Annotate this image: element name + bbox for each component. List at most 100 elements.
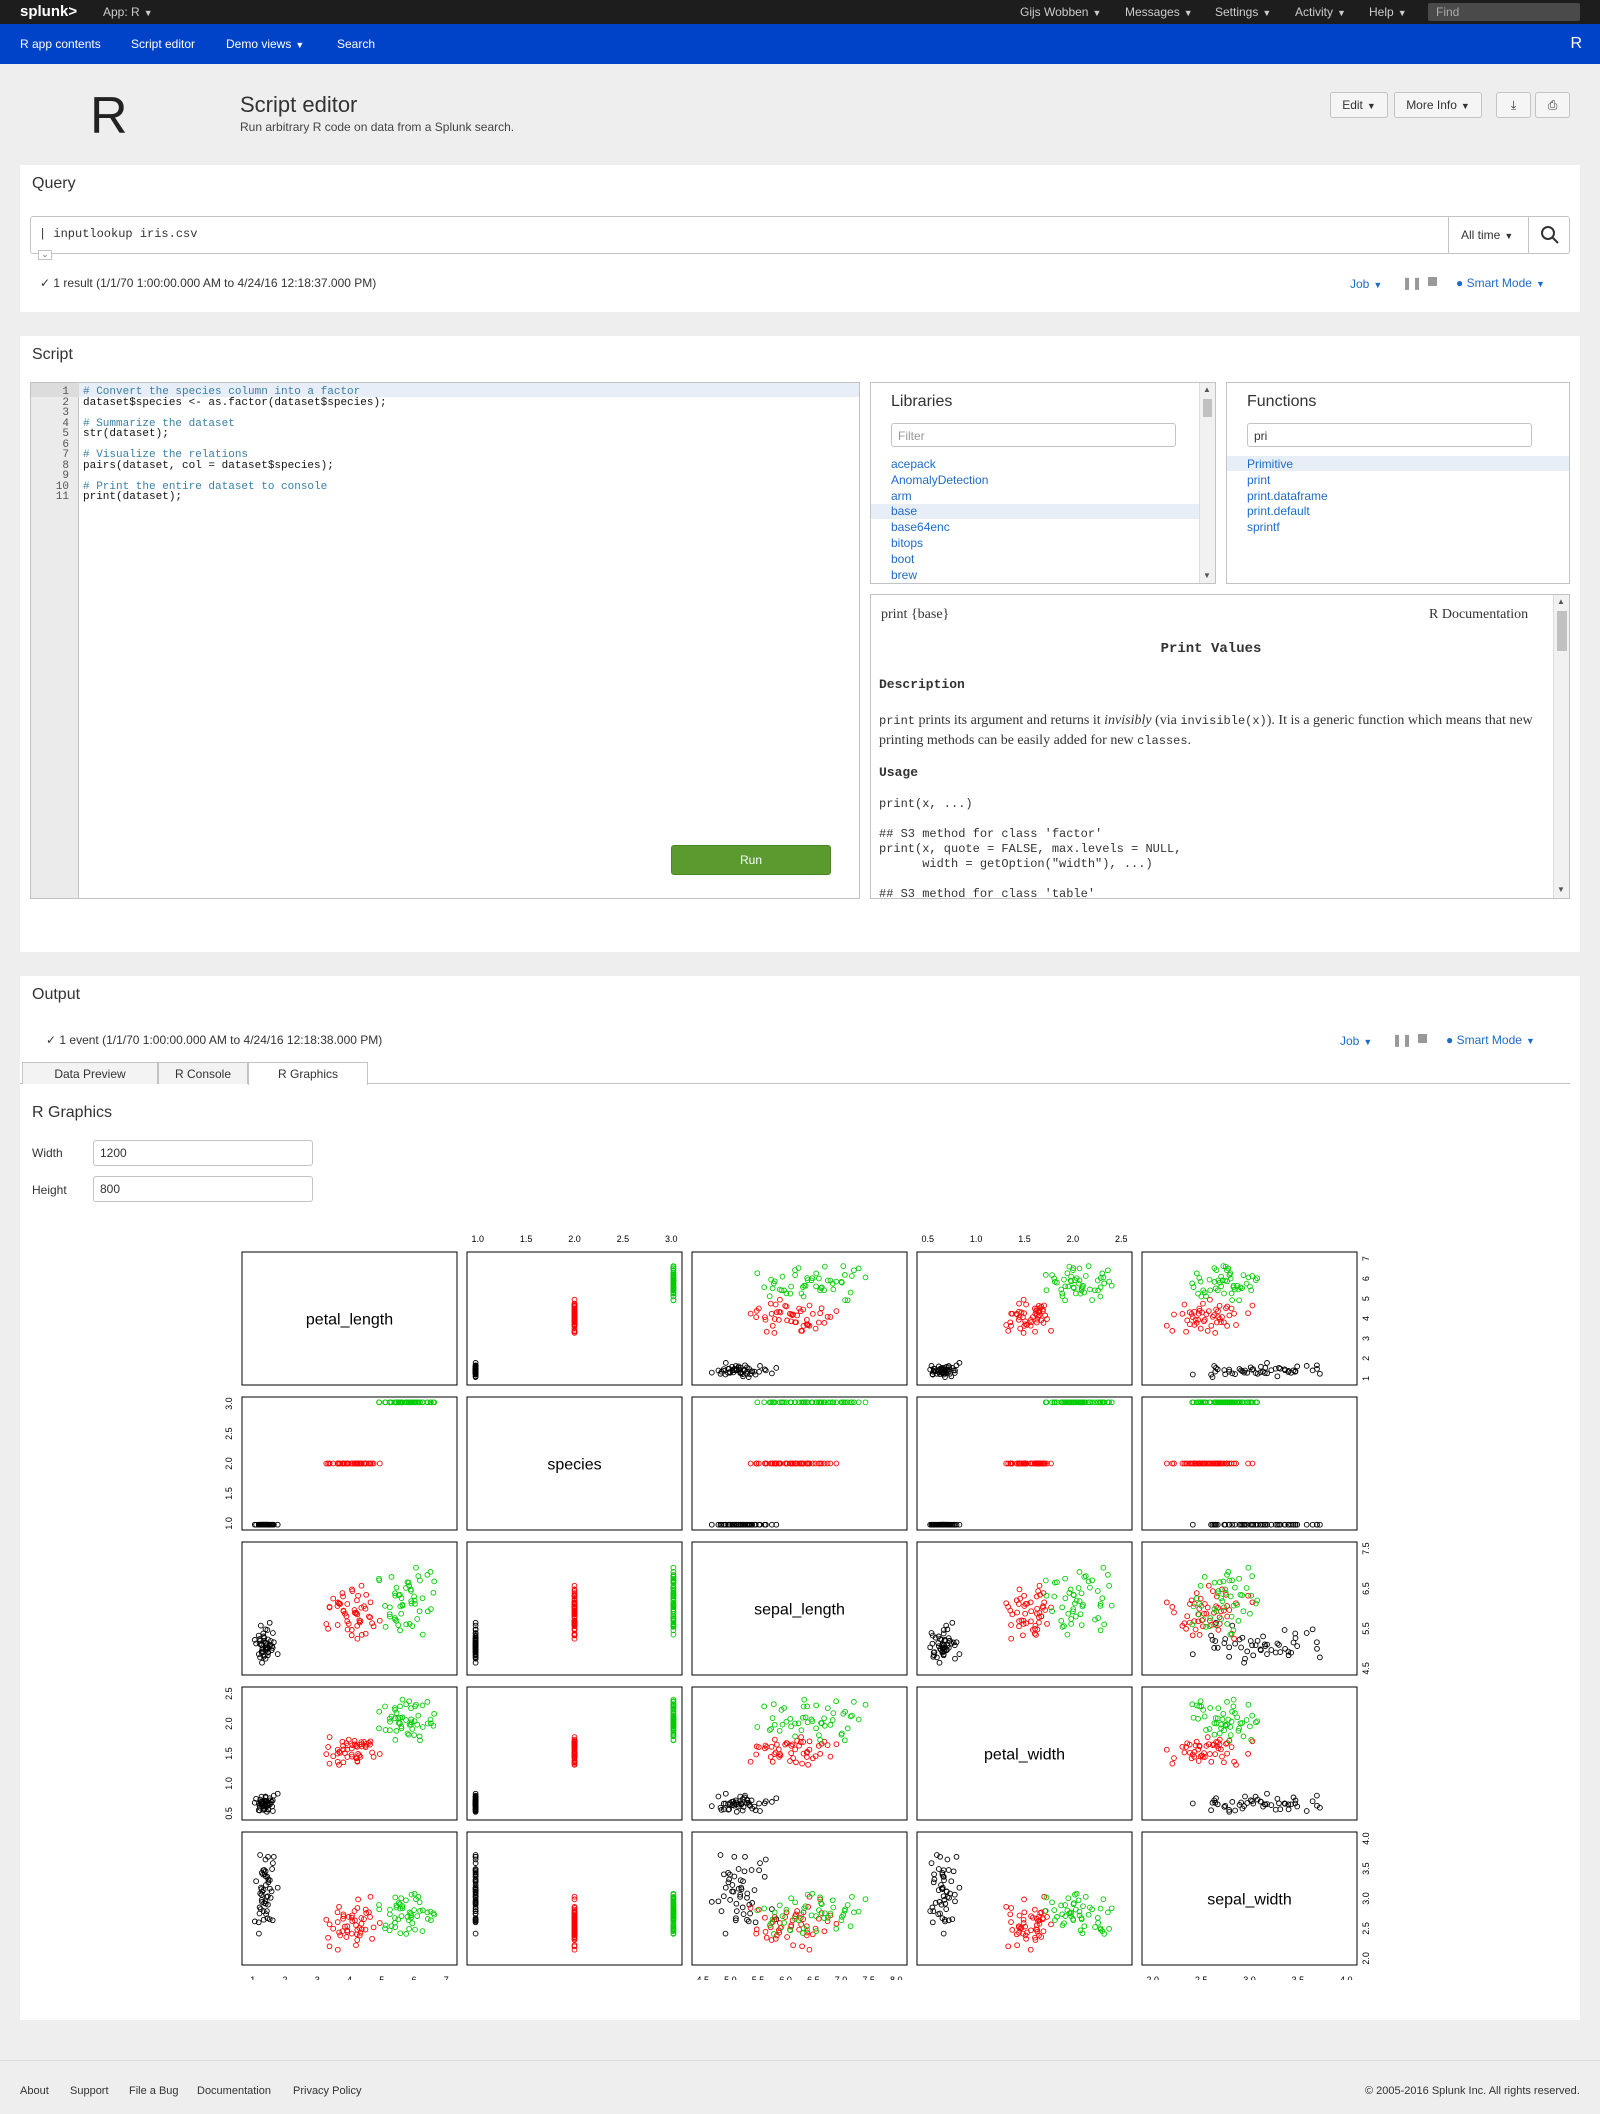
library-item[interactable]: AnomalyDetection (891, 473, 988, 487)
function-item[interactable]: sprintf (1247, 520, 1280, 534)
doc-scroll-thumb[interactable] (1557, 611, 1567, 651)
axis-tick-label: 3 (1361, 1336, 1371, 1341)
axis-tick-label: 5 (1361, 1296, 1371, 1301)
search-expand-handle[interactable]: ⌄ (38, 250, 52, 260)
search-button[interactable] (1528, 217, 1570, 253)
r-logo: R (90, 87, 128, 145)
documentation-panel: print {base} R Documentation Print Value… (870, 594, 1570, 899)
functions-filter-input[interactable]: pri (1247, 423, 1532, 447)
stop-icon[interactable] (1428, 277, 1437, 286)
messages-menu[interactable]: Messages ▼ (1125, 5, 1193, 19)
axis-tick-label: 1 (1361, 1376, 1371, 1381)
export-button[interactable]: ⤓ (1496, 92, 1531, 118)
function-item[interactable]: Primitive (1247, 457, 1293, 471)
time-range-label: All time (1461, 228, 1501, 242)
axis-tick-label: 1.0 (224, 1777, 234, 1790)
plot-panel (241, 1541, 458, 1676)
search-mode-menu[interactable]: ● Smart Mode ▼ (1456, 276, 1545, 290)
axis-tick-label: 3 (315, 1975, 320, 1980)
function-item[interactable]: print.dataframe (1247, 489, 1328, 503)
activity-menu-label: Activity (1295, 5, 1334, 19)
library-item[interactable]: base (891, 504, 917, 518)
plot-panel (466, 1831, 683, 1966)
library-item[interactable]: boot (891, 552, 914, 566)
footer-link-about[interactable]: About (20, 2085, 49, 2097)
splunk-logo[interactable]: splunk> (20, 3, 77, 20)
axis-tick-label: 7 (1361, 1256, 1371, 1261)
tab-r-graphics[interactable]: R Graphics (248, 1062, 368, 1085)
height-input[interactable]: 800 (93, 1176, 313, 1202)
lightbulb-icon: ● (1446, 1033, 1454, 1047)
doc-usage-line: print(x, quote = FALSE, max.levels = NUL… (879, 842, 1182, 856)
axis-tick-label: 3.0 (224, 1397, 234, 1410)
run-button[interactable]: Run (671, 845, 831, 875)
search-input[interactable]: | inputlookup iris.csv (39, 227, 197, 241)
axis-tick-label: 4 (347, 1975, 352, 1980)
job-menu-label: Job (1350, 277, 1370, 291)
chevron-down-icon: ▼ (1363, 1037, 1373, 1047)
pairs-plot: petal_lengthspecies sepal_length petal_wid… (224, 1234, 1371, 1980)
axis-tick-label: 2.0 (1067, 1234, 1080, 1244)
footer-link-privacy-policy[interactable]: Privacy Policy (293, 2085, 361, 2097)
library-item[interactable]: bitops (891, 536, 923, 550)
nav-item-search[interactable]: Search (337, 37, 375, 51)
width-input[interactable]: 1200 (93, 1140, 313, 1166)
libraries-scrollbar[interactable]: ▲ ▼ (1199, 383, 1215, 583)
library-item[interactable]: arm (891, 489, 912, 503)
tab-data-preview[interactable]: Data Preview (22, 1062, 158, 1084)
code-editor[interactable]: 1 # Convert the species column into a fac… (30, 382, 860, 899)
more-info-button[interactable]: More Info ▼ (1394, 92, 1482, 118)
footer-link-file-a-bug[interactable]: File a Bug (129, 2085, 179, 2097)
doc-scrollbar[interactable]: ▲ ▼ (1553, 595, 1569, 898)
axis-tick-label: 1.0 (471, 1234, 484, 1244)
doc-usage-line: width = getOption("width"), ...) (879, 857, 1153, 871)
doc-code-print: print (879, 714, 916, 728)
axis-tick-label: 5.0 (724, 1975, 737, 1980)
chevron-down-icon: ▼ (1366, 101, 1376, 111)
nav-item-r-app-contents[interactable]: R app contents (20, 37, 101, 51)
pause-icon[interactable]: ❚❚ (1392, 1033, 1412, 1047)
activity-menu[interactable]: Activity ▼ (1295, 5, 1346, 19)
time-range-picker[interactable]: All time ▼ (1448, 217, 1528, 253)
pause-icon[interactable]: ❚❚ (1402, 276, 1422, 290)
edit-button[interactable]: Edit ▼ (1330, 92, 1388, 118)
library-item[interactable]: base64enc (891, 520, 950, 534)
job-menu[interactable]: Job ▼ (1350, 277, 1382, 291)
scroll-down-icon[interactable]: ▼ (1203, 571, 1211, 580)
app-menu[interactable]: App: R ▼ (103, 5, 153, 19)
chevron-down-icon: ▼ (1262, 8, 1272, 18)
output-search-mode-menu[interactable]: ● Smart Mode ▼ (1446, 1033, 1535, 1047)
libraries-scroll-thumb[interactable] (1203, 399, 1212, 417)
find-input[interactable]: Find (1428, 3, 1580, 21)
function-item[interactable]: print (1247, 473, 1270, 487)
chevron-down-icon: ▼ (1525, 1036, 1535, 1046)
nav-item-script-editor[interactable]: Script editor (131, 37, 195, 51)
axis-tick-label: 6 (411, 1975, 416, 1980)
tab-r-console[interactable]: R Console (158, 1062, 248, 1084)
library-item[interactable]: brew (891, 568, 917, 582)
width-label: Width (32, 1146, 63, 1160)
function-item[interactable]: print.default (1247, 504, 1310, 518)
help-menu[interactable]: Help ▼ (1369, 5, 1407, 19)
axis-tick-label: 3.5 (1292, 1975, 1305, 1980)
search-icon (1540, 226, 1559, 244)
print-button[interactable]: ⎙ (1535, 92, 1570, 118)
nav-item-demo-views[interactable]: Demo views ▼ (226, 37, 304, 51)
axis-tick-label: 1.5 (1018, 1234, 1031, 1244)
user-menu[interactable]: Gijs Wobben ▼ (1020, 5, 1101, 19)
axis-tick-label: 7.0 (835, 1975, 848, 1980)
axis-tick-label: 0.5 (921, 1234, 934, 1244)
scroll-up-icon[interactable]: ▲ (1203, 385, 1211, 394)
stop-icon[interactable] (1418, 1034, 1427, 1043)
output-job-menu[interactable]: Job ▼ (1340, 1034, 1372, 1048)
scroll-up-icon[interactable]: ▲ (1557, 597, 1565, 606)
libraries-filter-input[interactable]: Filter (891, 423, 1176, 447)
axis-tick-label: 2.5 (224, 1427, 234, 1440)
axis-tick-label: 6.5 (1361, 1582, 1371, 1595)
footer-link-support[interactable]: Support (70, 2085, 109, 2097)
settings-menu[interactable]: Settings ▼ (1215, 5, 1271, 19)
footer-link-documentation[interactable]: Documentation (197, 2085, 271, 2097)
scroll-down-icon[interactable]: ▼ (1557, 885, 1565, 894)
library-item[interactable]: acepack (891, 457, 936, 471)
axis-tick-label: 6 (1361, 1276, 1371, 1281)
